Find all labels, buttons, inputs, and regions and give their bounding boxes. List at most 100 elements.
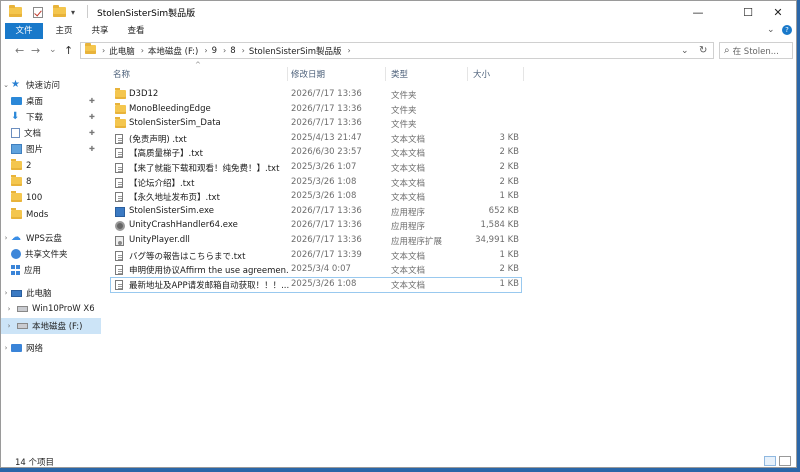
file-row[interactable]: 【论坛介绍】.txt 2025/3/26 1:08 文本文档 2 KB (111, 176, 521, 190)
file-row[interactable]: 【高质量梯子】.txt 2026/6/30 23:57 文本文档 2 KB (111, 146, 521, 160)
file-row[interactable]: StolenSisterSim_Data 2026/7/17 13:36 文件夹 (111, 117, 521, 131)
tab-file[interactable]: 文件 (5, 23, 43, 39)
column-header-size[interactable]: 大小 (473, 68, 490, 80)
file-date: 2025/3/26 1:08 (291, 191, 357, 202)
search-box[interactable]: ⌕ 在 Stolen... (719, 42, 793, 59)
chevron-right-icon[interactable]: › (1, 234, 11, 242)
file-name: D3D12 (129, 89, 159, 99)
properties-check-icon[interactable] (33, 5, 43, 19)
nav-shared-folder[interactable]: 共享文件夹 (1, 246, 101, 262)
nav-drive-win10[interactable]: › Win10ProW X6 (1, 301, 101, 317)
nav-label: WPS云盘 (26, 234, 62, 244)
file-row[interactable]: 申明使用协议Affirm the use agreemen... 2025/3/4… (111, 263, 521, 277)
file-row[interactable]: (免责声明) .txt 2025/4/13 21:47 文本文档 3 KB (111, 132, 521, 146)
crumb-separator[interactable]: › (348, 46, 351, 55)
recent-locations-button[interactable]: ⌄ (49, 45, 57, 55)
file-row[interactable]: UnityCrashHandler64.exe 2026/7/17 13:36 应用… (111, 219, 521, 233)
address-bar[interactable]: › 此电脑 › 本地磁盘 (F:) › 9 › 8 › StolenSister… (80, 42, 714, 59)
file-size: 2 KB (499, 147, 519, 158)
chevron-down-icon[interactable]: ⌄ (1, 81, 11, 89)
nav-desktop[interactable]: 桌面 ✚ (1, 93, 101, 109)
nav-folder-100[interactable]: 100 (1, 190, 101, 206)
refresh-icon[interactable]: ↻ (699, 45, 707, 56)
text-file-icon (115, 250, 123, 264)
nav-folder-8[interactable]: 8 (1, 174, 101, 190)
file-type: 文本文档 (391, 193, 426, 204)
file-row[interactable]: 最新地址及APP请发邮箱自动获取！！！... 2025/3/26 1:08 文本文档… (110, 276, 522, 293)
details-view-button[interactable] (764, 456, 776, 466)
back-button[interactable]: ← (15, 44, 24, 57)
file-name: 【论坛介绍】.txt (129, 178, 195, 189)
crumb-8[interactable]: 8 (230, 46, 235, 56)
column-header-date[interactable]: 修改日期 (291, 68, 325, 80)
picture-icon (11, 144, 22, 154)
crumb-separator: › (102, 46, 106, 55)
crumb-separator[interactable]: › (223, 46, 226, 55)
nav-label: Mods (26, 210, 49, 220)
chevron-right-icon[interactable]: › (1, 344, 11, 352)
nav-apps[interactable]: 应用 (1, 262, 101, 278)
window-title: StolenSisterSim製品版 (97, 9, 196, 19)
crumb-9[interactable]: 9 (212, 46, 217, 56)
new-folder-icon[interactable] (53, 5, 66, 19)
file-type: 文本文档 (391, 134, 426, 145)
nav-downloads[interactable]: ⬇ 下载 ✚ (1, 109, 101, 125)
column-header-name[interactable]: 名称 (113, 68, 130, 80)
nav-folder-mods[interactable]: Mods (1, 207, 101, 223)
file-row[interactable]: MonoBleedingEdge 2026/7/17 13:36 文件夹 (111, 102, 521, 117)
file-row[interactable]: UnityPlayer.dll 2026/7/17 13:36 应用程序扩展 34,9… (111, 234, 521, 248)
file-row[interactable]: StolenSisterSim.exe 2026/7/17 13:36 应用程序 65… (111, 205, 521, 219)
crumb-separator[interactable]: › (204, 46, 207, 55)
up-button[interactable]: ↑ (64, 44, 73, 57)
crumb-local-disk[interactable]: 本地磁盘 (F:) (148, 45, 198, 57)
quick-access-dropdown-icon[interactable]: ▾ (71, 5, 75, 19)
crumb-separator[interactable]: › (141, 46, 144, 55)
address-dropdown-icon[interactable]: ⌄ (681, 46, 689, 56)
nav-this-pc[interactable]: › 此电脑 (1, 285, 101, 301)
nav-documents[interactable]: 文档 ✚ (1, 125, 101, 141)
nav-label: 100 (26, 193, 43, 203)
crumb-current-folder[interactable]: StolenSisterSim製品版 (249, 45, 342, 57)
tab-home[interactable]: 主页 (51, 23, 77, 39)
close-button[interactable]: ✕ (758, 1, 796, 23)
text-file-icon (115, 133, 123, 147)
nav-label: 8 (26, 177, 32, 187)
nav-network[interactable]: › 网络 (1, 340, 101, 356)
chevron-right-icon[interactable]: › (1, 289, 11, 297)
tab-share[interactable]: 共享 (87, 23, 113, 39)
file-date: 2025/3/26 1:08 (291, 278, 357, 289)
file-row[interactable]: 【永久地址发布页】.txt 2025/3/26 1:08 文本文档 1 KB (111, 190, 521, 204)
chevron-right-icon[interactable]: › (1, 305, 17, 313)
file-size: 1 KB (499, 278, 519, 289)
file-row[interactable]: 【来了就能下载和观看！纯免费！】.txt 2025/3/26 1:07 文本文档 2 … (111, 161, 521, 175)
file-date: 2025/3/26 1:07 (291, 162, 357, 172)
quick-access-folder-icon[interactable] (9, 5, 22, 19)
minimize-button[interactable]: — (678, 1, 718, 23)
column-divider[interactable] (523, 67, 524, 81)
crumb-separator[interactable]: › (242, 46, 245, 55)
nav-folder-2[interactable]: 2 (1, 158, 101, 174)
chevron-right-icon[interactable]: › (1, 322, 17, 330)
nav-drive-local-f[interactable]: › 本地磁盘 (F:) (1, 318, 101, 334)
search-input[interactable]: 在 Stolen... (733, 45, 779, 57)
forward-button[interactable]: → (31, 44, 40, 57)
column-divider[interactable] (385, 67, 386, 81)
nav-wps-cloud[interactable]: › ☁ WPS云盘 (1, 230, 101, 246)
file-row[interactable]: D3D12 2026/7/17 13:36 文件夹 (111, 88, 521, 102)
file-row[interactable]: バグ等の報告はこちらまで.txt 2026/7/17 13:39 文本文档 1 KB (111, 249, 521, 263)
file-name: UnityPlayer.dll (129, 235, 190, 245)
file-type: 应用程序 (391, 222, 426, 233)
crumb-this-pc[interactable]: 此电脑 (109, 45, 135, 57)
column-divider[interactable] (287, 67, 288, 81)
nav-quick-access[interactable]: ⌄ ★ 快速访问 (1, 77, 101, 93)
folder-icon (115, 102, 126, 117)
column-divider[interactable] (467, 67, 468, 81)
file-type: 文本文档 (391, 280, 426, 291)
column-header-type[interactable]: 类型 (391, 68, 408, 80)
help-icon[interactable]: ? (782, 25, 792, 35)
tab-view[interactable]: 查看 (123, 23, 149, 39)
large-icons-view-button[interactable] (779, 456, 791, 466)
nav-pictures[interactable]: 图片 ✚ (1, 141, 101, 157)
folder-icon (11, 208, 22, 220)
ribbon-expand-icon[interactable]: ⌄ (767, 25, 775, 35)
